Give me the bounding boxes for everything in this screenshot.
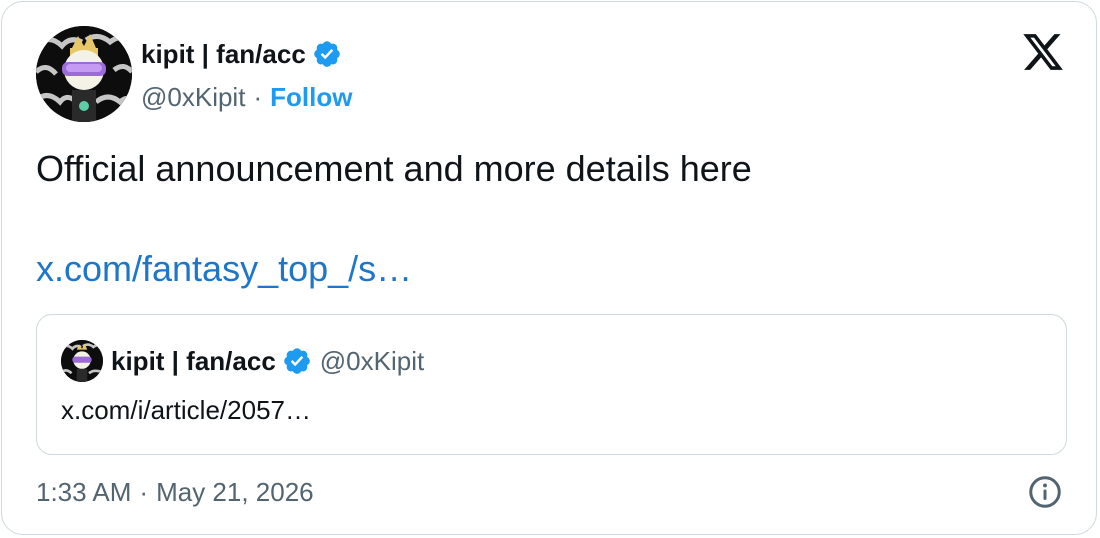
tweet-time[interactable]: 1:33 AM xyxy=(36,477,131,508)
author-name[interactable]: kipit | fan/acc xyxy=(141,39,306,70)
tweet-card: kipit | fan/acc @0xKipit · Follow Offici… xyxy=(1,1,1097,535)
quoted-header: kipit | fan/acc @0xKipit xyxy=(111,340,424,382)
avatar-image xyxy=(36,26,132,122)
quoted-author-handle: @0xKipit xyxy=(319,345,425,376)
x-logo-icon[interactable] xyxy=(1020,30,1066,74)
author-avatar[interactable] xyxy=(36,26,132,122)
tweet-footer: 1:33 AM · May 21, 2026 xyxy=(36,472,314,512)
quoted-avatar-image xyxy=(61,340,103,382)
tweet-date[interactable]: May 21, 2026 xyxy=(156,477,314,508)
follow-button[interactable]: Follow xyxy=(270,82,352,113)
quoted-verified-badge-icon xyxy=(282,346,312,376)
quoted-author-name: kipit | fan/acc xyxy=(111,345,276,376)
tweet-text: Official announcement and more details h… xyxy=(36,148,752,189)
info-icon[interactable] xyxy=(1027,474,1063,510)
author-handle[interactable]: @0xKipit xyxy=(141,82,245,113)
author-name-row: kipit | fan/acc xyxy=(141,34,342,74)
quoted-tweet[interactable]: kipit | fan/acc @0xKipit x.com/i/article… xyxy=(36,314,1067,455)
tweet-link[interactable]: x.com/fantasy_top_/s… xyxy=(36,248,412,290)
author-handle-row: @0xKipit · Follow xyxy=(141,78,352,116)
quoted-text: x.com/i/article/2057… xyxy=(61,395,311,425)
verified-badge-icon xyxy=(312,39,342,69)
quoted-author-avatar xyxy=(61,340,103,382)
footer-separator-dot: · xyxy=(139,476,149,507)
separator-dot: · xyxy=(253,81,263,112)
